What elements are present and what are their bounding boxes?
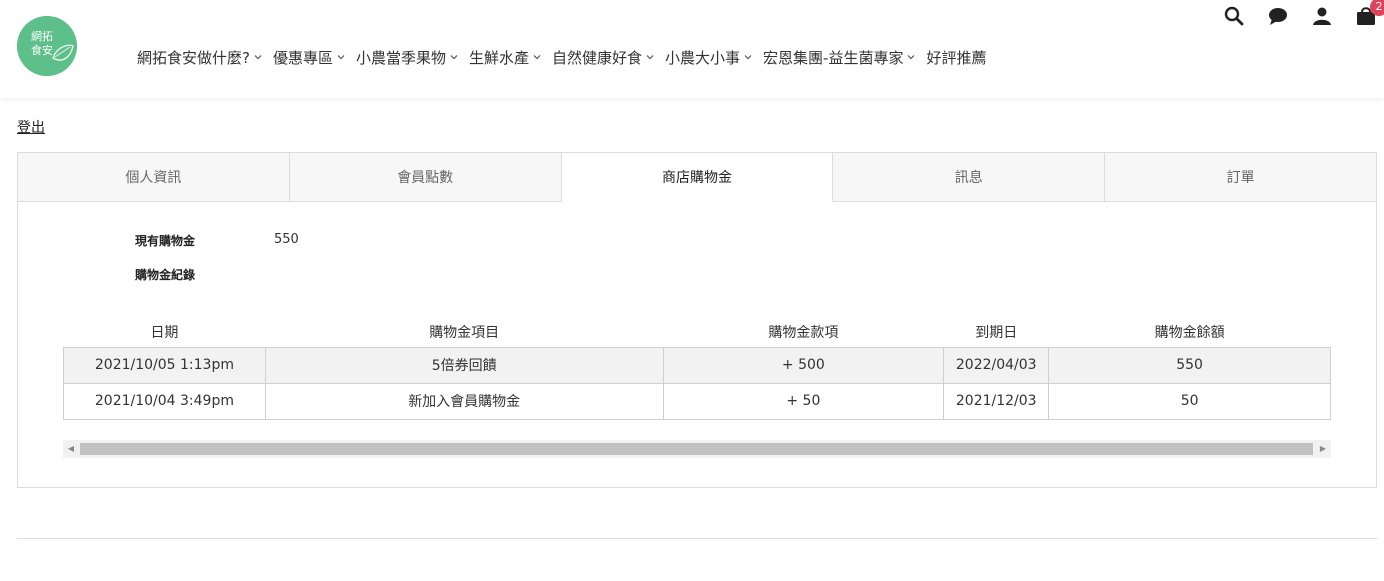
scroll-right-arrow-icon[interactable]: ▶ <box>1315 440 1331 458</box>
footer-divider <box>17 538 1377 539</box>
chevron-down-icon <box>906 52 916 62</box>
nav-item-label: 優惠專區 <box>272 48 333 67</box>
member-tabs: 個人資訊 會員點數 商店購物金 訊息 訂單 <box>18 153 1376 202</box>
nav-item-label: 網拓食安做什麼? <box>137 48 250 67</box>
tab-profile[interactable]: 個人資訊 <box>18 153 290 202</box>
cell-balance: 50 <box>1048 382 1331 420</box>
logout-link[interactable]: 登出 <box>17 117 45 137</box>
nav-item-label: 宏恩集團-益生菌專家 <box>763 48 904 67</box>
nav-item-probiotics[interactable]: 宏恩集團-益生菌專家 <box>763 47 916 68</box>
chevron-down-icon <box>253 52 263 62</box>
logo-text-2: 食安 <box>31 43 53 57</box>
cell-amount: + 50 <box>662 382 945 420</box>
nav-item-healthy-food[interactable]: 自然健康好食 <box>552 47 655 68</box>
cell-date: 2021/10/05 1:13pm <box>63 346 266 384</box>
nav-item-label: 生鮮水產 <box>469 48 530 67</box>
main-nav: 網拓食安做什麼? 優惠專區 小農當季果物 生鮮水產 自然健康好食 小農大小事 宏… <box>137 44 996 70</box>
nav-item-label: 小農大小事 <box>665 48 741 67</box>
nav-item-reviews[interactable]: 好評推薦 <box>926 47 986 68</box>
column-header-balance: 購物金餘額 <box>1154 324 1225 341</box>
credit-history-label: 購物金紀錄 <box>135 268 196 282</box>
chat-icon[interactable] <box>1266 4 1290 28</box>
nav-item-label: 好評推薦 <box>926 48 987 67</box>
search-icon[interactable] <box>1222 4 1246 28</box>
chevron-down-icon <box>743 52 753 62</box>
tab-store-credit[interactable]: 商店購物金 <box>561 153 834 202</box>
cart-count-badge: 2 <box>1370 0 1384 16</box>
cell-amount: + 500 <box>662 346 945 384</box>
member-panel: 個人資訊 會員點數 商店購物金 訊息 訂單 現有購物金 550 購物金紀錄 日期… <box>17 152 1377 488</box>
current-credit-value: 550 <box>274 232 299 247</box>
cell-expiry: 2021/12/03 <box>943 382 1050 420</box>
nav-item-seafood[interactable]: 生鮮水產 <box>469 47 542 68</box>
cell-item: 5倍券回饋 <box>264 346 664 384</box>
current-credit-label: 現有購物金 <box>135 234 196 248</box>
column-header-item: 購物金項目 <box>429 324 500 341</box>
scroll-left-arrow-icon[interactable]: ◀ <box>63 440 79 458</box>
nav-item-farm-news[interactable]: 小農大小事 <box>665 47 753 68</box>
cell-balance: 550 <box>1048 346 1331 384</box>
site-logo[interactable]: 網拓 食安 <box>17 16 77 76</box>
user-icon[interactable] <box>1310 4 1334 28</box>
cell-expiry: 2022/04/03 <box>943 346 1050 384</box>
nav-item-about[interactable]: 網拓食安做什麼? <box>137 47 263 68</box>
tab-points[interactable]: 會員點數 <box>289 153 562 202</box>
cell-date: 2021/10/04 3:49pm <box>63 382 266 420</box>
cell-item: 新加入會員購物金 <box>264 382 664 420</box>
table-header-row: 日期 購物金項目 購物金款項 到期日 購物金餘額 <box>64 317 1331 347</box>
column-header-date: 日期 <box>150 324 179 341</box>
tab-messages[interactable]: 訊息 <box>833 153 1106 202</box>
table-row: 2021/10/04 3:49pm 新加入會員購物金 + 50 2021/12/… <box>63 382 1331 420</box>
column-header-amount: 購物金款項 <box>768 324 839 341</box>
scrollbar-thumb[interactable] <box>80 443 1313 455</box>
nav-item-label: 自然健康好食 <box>552 48 643 67</box>
header-actions: 2 <box>1222 0 1384 28</box>
credit-history-table: 日期 購物金項目 購物金款項 到期日 購物金餘額 2021/10/05 1:13… <box>63 317 1331 420</box>
column-header-expiry: 到期日 <box>975 324 1018 341</box>
table-row: 2021/10/05 1:13pm 5倍券回饋 + 500 2022/04/03… <box>63 346 1331 384</box>
chevron-down-icon <box>449 52 459 62</box>
chevron-down-icon <box>532 52 542 62</box>
logo-text-1: 網拓 <box>31 29 53 43</box>
nav-item-label: 小農當季果物 <box>355 48 446 67</box>
horizontal-scrollbar[interactable]: ◀ ▶ <box>63 440 1331 458</box>
cart-icon[interactable]: 2 <box>1354 0 1384 28</box>
site-header: 網拓 食安 網拓食安做什麼? 優惠專區 小農當季果物 生鮮水產 自然健康好食 小… <box>0 0 1384 98</box>
tab-orders[interactable]: 訂單 <box>1105 153 1376 202</box>
chevron-down-icon <box>336 52 346 62</box>
nav-item-seasonal-fruit[interactable]: 小農當季果物 <box>356 47 459 68</box>
nav-item-deals[interactable]: 優惠專區 <box>273 47 346 68</box>
chevron-down-icon <box>645 52 655 62</box>
